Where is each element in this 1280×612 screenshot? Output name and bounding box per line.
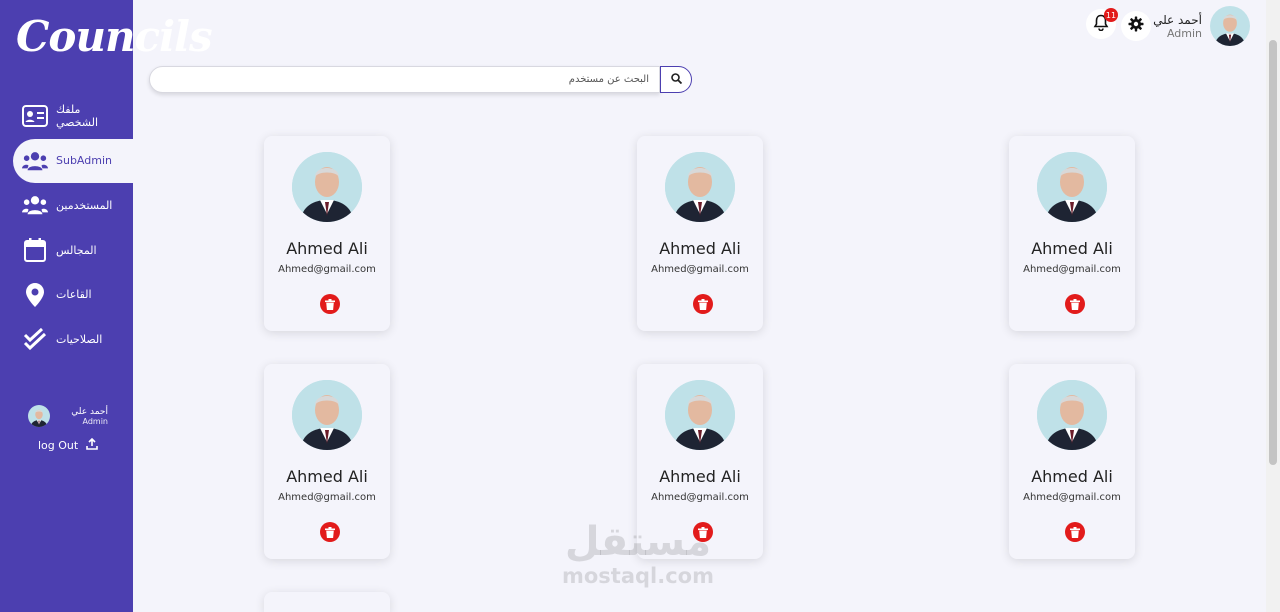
user-email: Ahmed@gmail.com: [278, 492, 376, 503]
app-logo[interactable]: Councils: [16, 12, 213, 61]
trash-icon: [698, 295, 708, 314]
sidebar-nav: ملفك الشخصي SubAdmin المستخدمين المجالس …: [0, 94, 133, 362]
user-card: Ahmed Ali Ahmed@gmail.com: [637, 136, 763, 331]
user-card-partial: [264, 592, 390, 612]
user-card: Ahmed Ali Ahmed@gmail.com: [264, 364, 390, 559]
sidebar-user: أحمد علي Admin: [28, 405, 108, 427]
user-name: Ahmed Ali: [659, 239, 741, 258]
scrollbar[interactable]: [1266, 0, 1280, 612]
user-photo: [665, 380, 735, 450]
user-email: Ahmed@gmail.com: [651, 492, 749, 503]
avatar: [1210, 6, 1250, 46]
user-photo: [292, 152, 362, 222]
user-card: Ahmed Ali Ahmed@gmail.com: [264, 136, 390, 331]
user-card: Ahmed Ali Ahmed@gmail.com: [1009, 364, 1135, 559]
watermark-arabic: مستقل: [564, 519, 712, 565]
user-search: [149, 66, 692, 94]
sidebar-item-label: SubAdmin: [56, 154, 112, 168]
user-name: Ahmed Ali: [286, 467, 368, 486]
sidebar-item-subadmin[interactable]: SubAdmin: [13, 138, 133, 184]
trash-icon: [1070, 295, 1080, 314]
logo-text: Councils: [16, 12, 213, 61]
logout-label: log Out: [38, 439, 79, 452]
delete-button[interactable]: [1065, 294, 1085, 314]
user-card: Ahmed Ali Ahmed@gmail.com: [1009, 136, 1135, 331]
notifications-button[interactable]: 11: [1086, 8, 1118, 39]
map-pin-icon: [22, 282, 48, 308]
delete-button[interactable]: [693, 294, 713, 314]
user-name: Ahmed Ali: [659, 467, 741, 486]
search-icon: [670, 72, 682, 87]
watermark: مستقل mostaql.com: [562, 520, 714, 588]
user-email: Ahmed@gmail.com: [1023, 264, 1121, 275]
user-name: Ahmed Ali: [286, 239, 368, 258]
sidebar-user-name: أحمد علي: [71, 406, 108, 417]
sidebar-item-permissions[interactable]: الصلاحيات: [0, 317, 133, 362]
sidebar-item-label: الصلاحيات: [56, 332, 103, 346]
user-name: Ahmed Ali: [1031, 467, 1113, 486]
double-check-icon: [22, 326, 48, 352]
sidebar: Councils ملفك الشخصي SubAdmin المستخدمين…: [0, 0, 213, 612]
logout-button[interactable]: log Out: [38, 437, 99, 453]
sidebar-item-label: القاعات: [56, 288, 92, 302]
scrollbar-thumb[interactable]: [1269, 40, 1277, 465]
sidebar-item-label: ملفك الشخصي: [56, 103, 99, 130]
avatar: [28, 405, 50, 427]
user-photo: [665, 152, 735, 222]
header-user-name: أحمد علي: [1153, 12, 1202, 27]
search-input[interactable]: [149, 66, 660, 93]
trash-icon: [325, 295, 335, 314]
user-email: Ahmed@gmail.com: [1023, 492, 1121, 503]
sidebar-user-role: Admin: [82, 416, 109, 426]
user-email: Ahmed@gmail.com: [651, 264, 749, 275]
gear-icon: [1128, 16, 1144, 36]
calendar-icon: [22, 237, 48, 263]
sidebar-item-label: المستخدمين: [56, 198, 113, 212]
sidebar-item-profile[interactable]: ملفك الشخصي: [0, 94, 133, 139]
sidebar-item-users[interactable]: المستخدمين: [0, 183, 133, 228]
trash-icon: [1070, 523, 1080, 542]
sidebar-item-halls[interactable]: القاعات: [0, 272, 133, 317]
trash-icon: [325, 523, 335, 542]
users-icon: [22, 192, 48, 218]
user-photo: [1037, 380, 1107, 450]
upload-icon: [86, 437, 99, 453]
sidebar-item-label: المجالس: [56, 243, 97, 257]
watermark-latin: mostaql.com: [562, 564, 714, 588]
notification-badge: 11: [1104, 8, 1118, 22]
search-button[interactable]: [660, 66, 692, 93]
delete-button[interactable]: [320, 294, 340, 314]
settings-button[interactable]: [1121, 11, 1151, 41]
header-user-role: Admin: [1166, 26, 1202, 40]
delete-button[interactable]: [1065, 522, 1085, 542]
header-user[interactable]: أحمد علي Admin: [1153, 6, 1250, 46]
user-name: Ahmed Ali: [1031, 239, 1113, 258]
user-email: Ahmed@gmail.com: [278, 264, 376, 275]
user-photo: [1037, 152, 1107, 222]
id-card-icon: [22, 103, 48, 129]
delete-button[interactable]: [320, 522, 340, 542]
users-icon: [22, 148, 48, 174]
sidebar-item-councils[interactable]: المجالس: [0, 228, 133, 273]
user-photo: [292, 380, 362, 450]
